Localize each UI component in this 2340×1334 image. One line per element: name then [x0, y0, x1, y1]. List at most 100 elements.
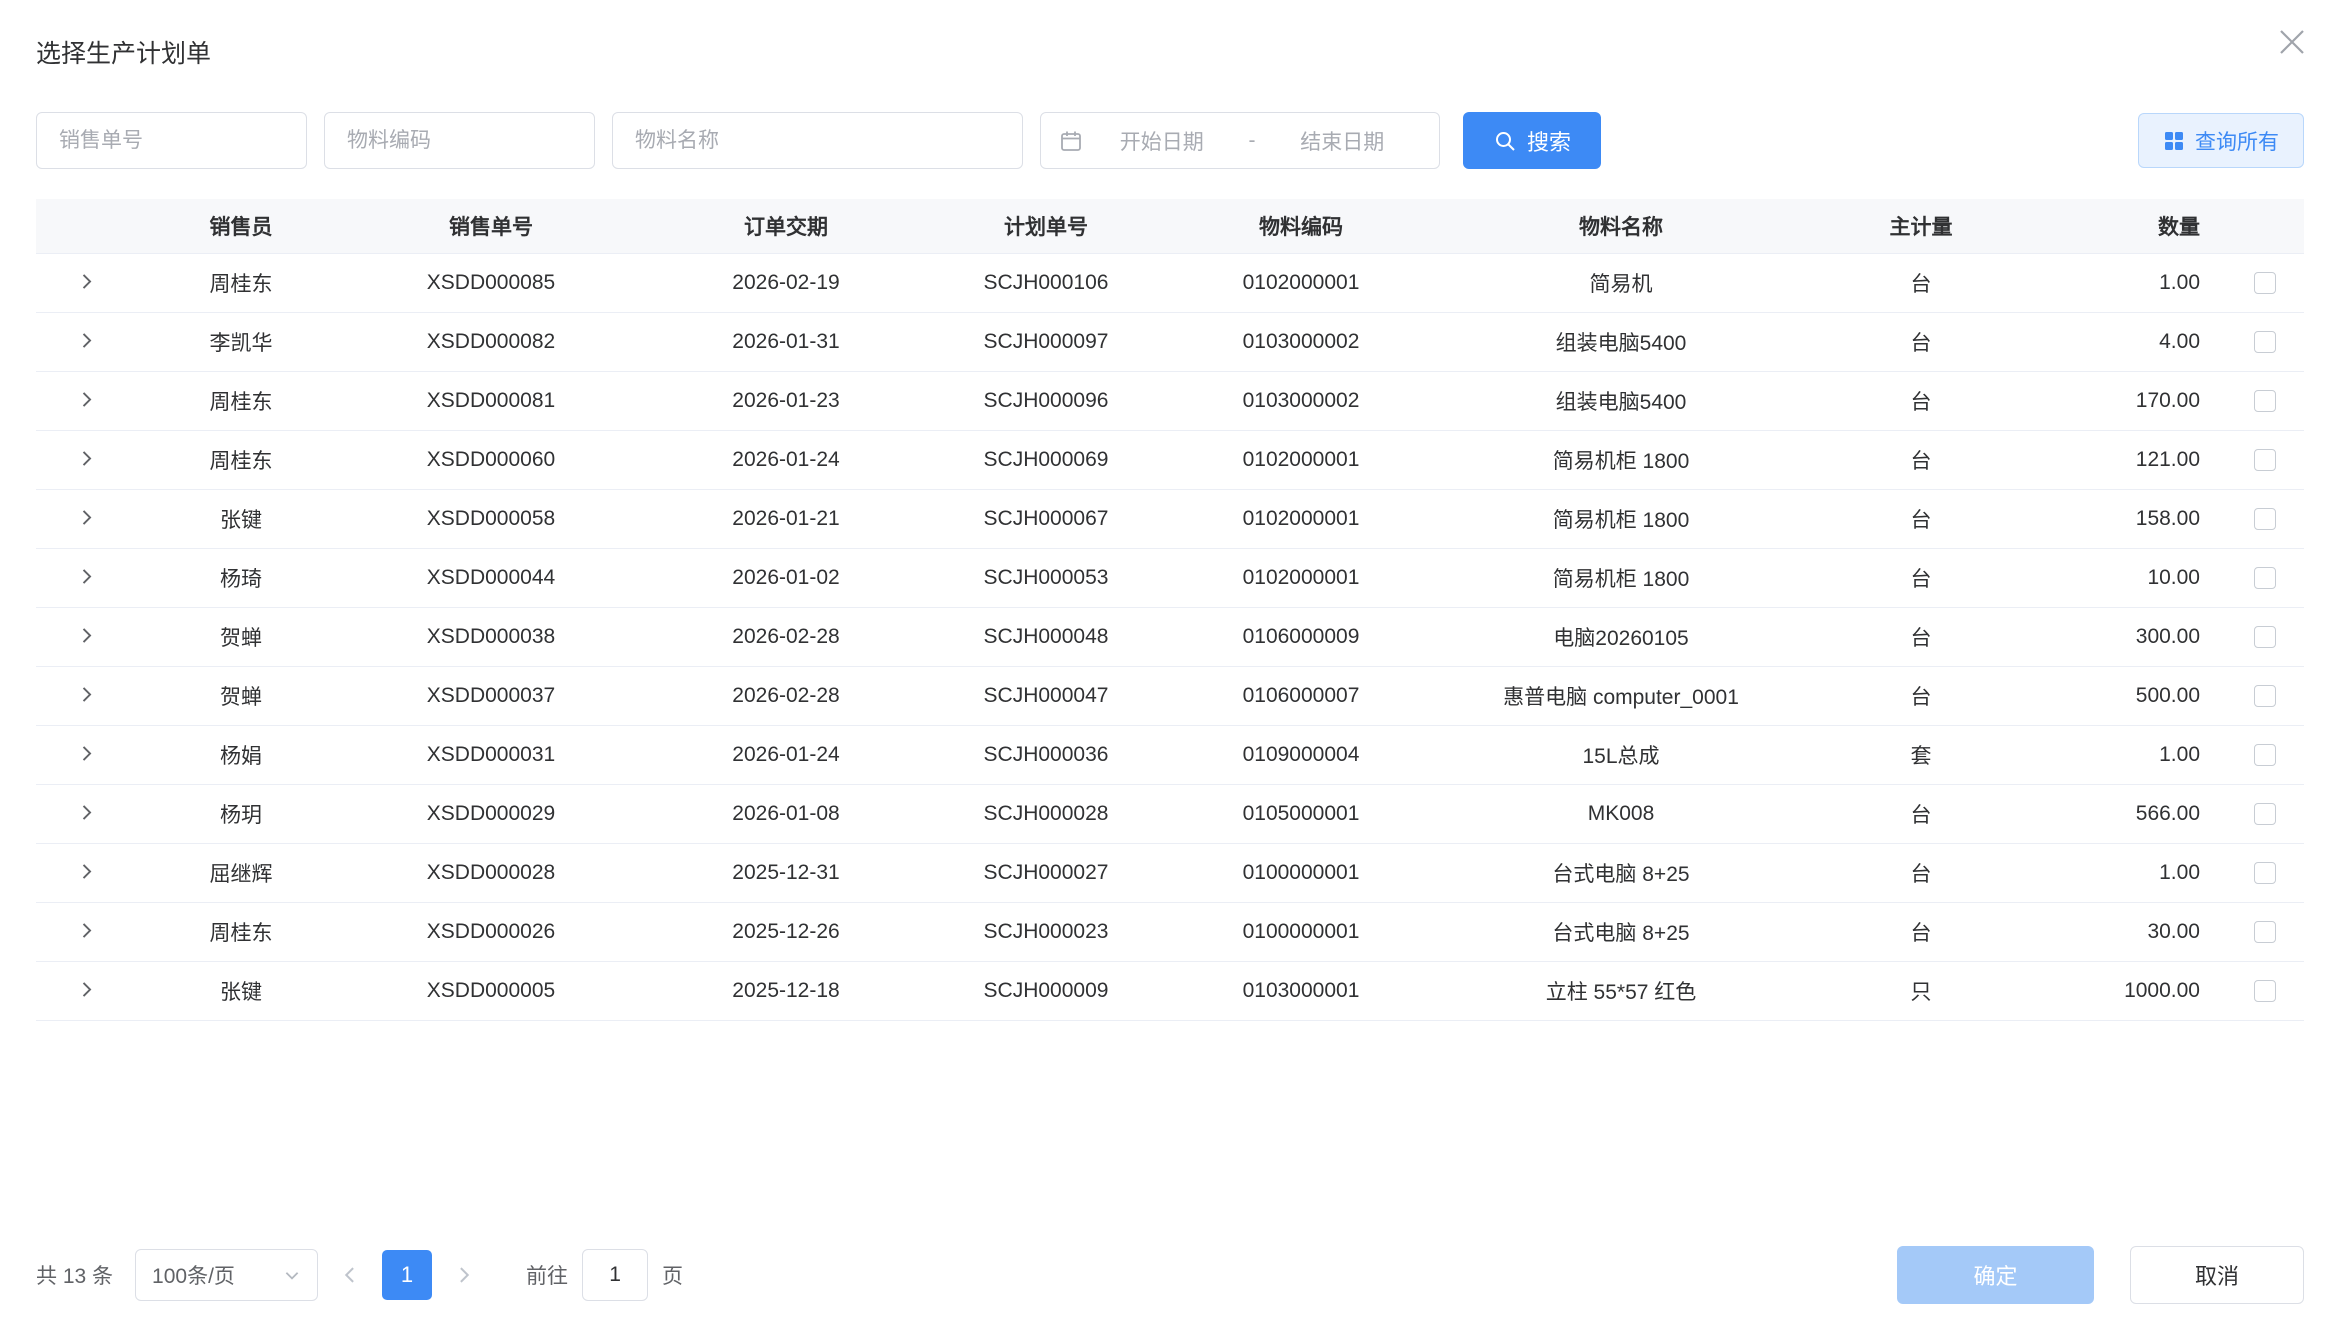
- expand-row-button[interactable]: [73, 917, 100, 944]
- goto-page-input[interactable]: [582, 1249, 648, 1301]
- cell-delivery-date: 2026-01-23: [636, 371, 936, 430]
- sales-order-input[interactable]: [36, 112, 307, 169]
- row-checkbox[interactable]: [2254, 803, 2276, 825]
- cell-unit: 台: [1796, 312, 2046, 371]
- cell-delivery-date: 2025-12-31: [636, 843, 936, 902]
- dialog-title: 选择生产计划单: [36, 0, 2304, 70]
- cell-expand: [36, 784, 136, 843]
- expand-row-button[interactable]: [73, 858, 100, 885]
- table-row: 杨琦 XSDD000044 2026-01-02 SCJH000053 0102…: [36, 548, 2304, 607]
- cell-sales-order: XSDD000029: [346, 784, 636, 843]
- production-plan-table: 销售员 销售单号 订单交期 计划单号 物料编码 物料名称 主计量 数量 周桂东: [36, 199, 2304, 1021]
- header-material-code: 物料编码: [1156, 199, 1446, 253]
- header-checkbox: [2226, 199, 2304, 253]
- cell-qty: 566.00: [2046, 784, 2226, 843]
- cell-plan-no: SCJH000036: [936, 725, 1156, 784]
- cell-qty: 1.00: [2046, 725, 2226, 784]
- page-size-select[interactable]: 100条/页: [135, 1249, 318, 1301]
- row-checkbox[interactable]: [2254, 272, 2276, 294]
- expand-row-button[interactable]: [73, 445, 100, 472]
- cell-qty: 30.00: [2046, 902, 2226, 961]
- table-row: 李凯华 XSDD000082 2026-01-31 SCJH000097 010…: [36, 312, 2304, 371]
- cell-sales-order: XSDD000082: [346, 312, 636, 371]
- cell-material-name: 台式电脑 8+25: [1446, 843, 1796, 902]
- row-checkbox[interactable]: [2254, 685, 2276, 707]
- cell-sales-order: XSDD000038: [346, 607, 636, 666]
- row-checkbox[interactable]: [2254, 921, 2276, 943]
- expand-row-button[interactable]: [73, 563, 100, 590]
- row-checkbox[interactable]: [2254, 862, 2276, 884]
- row-checkbox[interactable]: [2254, 390, 2276, 412]
- cell-unit: 台: [1796, 784, 2046, 843]
- cell-material-code: 0102000001: [1156, 489, 1446, 548]
- cell-expand: [36, 548, 136, 607]
- expand-row-button[interactable]: [73, 622, 100, 649]
- cell-qty: 300.00: [2046, 607, 2226, 666]
- row-checkbox[interactable]: [2254, 626, 2276, 648]
- cell-expand: [36, 430, 136, 489]
- query-all-button[interactable]: 查询所有: [2138, 113, 2304, 168]
- row-checkbox[interactable]: [2254, 567, 2276, 589]
- table-body: 周桂东 XSDD000085 2026-02-19 SCJH000106 010…: [36, 253, 2304, 1020]
- cell-salesperson: 杨娟: [136, 725, 346, 784]
- page-size-value: 100条/页: [152, 1260, 235, 1290]
- cell-plan-no: SCJH000096: [936, 371, 1156, 430]
- footer-buttons: 确定 取消: [1897, 1246, 2304, 1304]
- expand-row-button[interactable]: [73, 799, 100, 826]
- cell-plan-no: SCJH000069: [936, 430, 1156, 489]
- cell-material-name: 简易机柜 1800: [1446, 430, 1796, 489]
- expand-row-button[interactable]: [73, 327, 100, 354]
- filter-bar: 开始日期 - 结束日期 搜索 查询所有: [36, 112, 2304, 169]
- expand-row-button[interactable]: [73, 386, 100, 413]
- close-button[interactable]: [2270, 20, 2314, 64]
- material-code-input[interactable]: [324, 112, 595, 169]
- cell-unit: 台: [1796, 371, 2046, 430]
- cell-material-code: 0102000001: [1156, 548, 1446, 607]
- row-checkbox[interactable]: [2254, 508, 2276, 530]
- cell-expand: [36, 312, 136, 371]
- expand-row-button[interactable]: [73, 504, 100, 531]
- chevron-right-icon: [77, 508, 96, 527]
- date-range-picker[interactable]: 开始日期 - 结束日期: [1040, 112, 1440, 169]
- header-delivery-date: 订单交期: [636, 199, 936, 253]
- cell-plan-no: SCJH000053: [936, 548, 1156, 607]
- prev-page-button[interactable]: [324, 1249, 376, 1301]
- cell-material-code: 0103000002: [1156, 371, 1446, 430]
- row-checkbox[interactable]: [2254, 980, 2276, 1002]
- search-button[interactable]: 搜索: [1463, 112, 1601, 169]
- select-production-plan-dialog: 选择生产计划单 开始日期 - 结束日期 搜索: [0, 0, 2340, 1334]
- row-checkbox[interactable]: [2254, 744, 2276, 766]
- cell-salesperson: 周桂东: [136, 371, 346, 430]
- cell-material-code: 0109000004: [1156, 725, 1446, 784]
- row-checkbox[interactable]: [2254, 331, 2276, 353]
- cell-delivery-date: 2025-12-26: [636, 902, 936, 961]
- cell-unit: 台: [1796, 253, 2046, 312]
- cell-unit: 台: [1796, 902, 2046, 961]
- cell-expand: [36, 666, 136, 725]
- confirm-button[interactable]: 确定: [1897, 1246, 2094, 1304]
- cell-material-code: 0106000007: [1156, 666, 1446, 725]
- material-name-input[interactable]: [612, 112, 1023, 169]
- cell-material-name: 立柱 55*57 红色: [1446, 961, 1796, 1020]
- expand-row-button[interactable]: [73, 976, 100, 1003]
- cell-delivery-date: 2026-01-08: [636, 784, 936, 843]
- goto-page-label: 前往: [526, 1260, 568, 1290]
- chevron-right-icon: [77, 331, 96, 350]
- page-number-1[interactable]: 1: [382, 1250, 432, 1300]
- cell-material-code: 0100000001: [1156, 843, 1446, 902]
- search-icon: [1493, 129, 1517, 153]
- cell-plan-no: SCJH000047: [936, 666, 1156, 725]
- expand-row-button[interactable]: [73, 268, 100, 295]
- header-unit: 主计量: [1796, 199, 2046, 253]
- next-page-button[interactable]: [438, 1249, 490, 1301]
- cell-salesperson: 李凯华: [136, 312, 346, 371]
- cancel-button[interactable]: 取消: [2130, 1246, 2304, 1304]
- expand-row-button[interactable]: [73, 681, 100, 708]
- cell-delivery-date: 2026-01-31: [636, 312, 936, 371]
- row-checkbox[interactable]: [2254, 449, 2276, 471]
- expand-row-button[interactable]: [73, 740, 100, 767]
- table-row: 贺蝉 XSDD000038 2026-02-28 SCJH000048 0106…: [36, 607, 2304, 666]
- table-row: 张键 XSDD000058 2026-01-21 SCJH000067 0102…: [36, 489, 2304, 548]
- cell-expand: [36, 607, 136, 666]
- cell-delivery-date: 2026-02-28: [636, 607, 936, 666]
